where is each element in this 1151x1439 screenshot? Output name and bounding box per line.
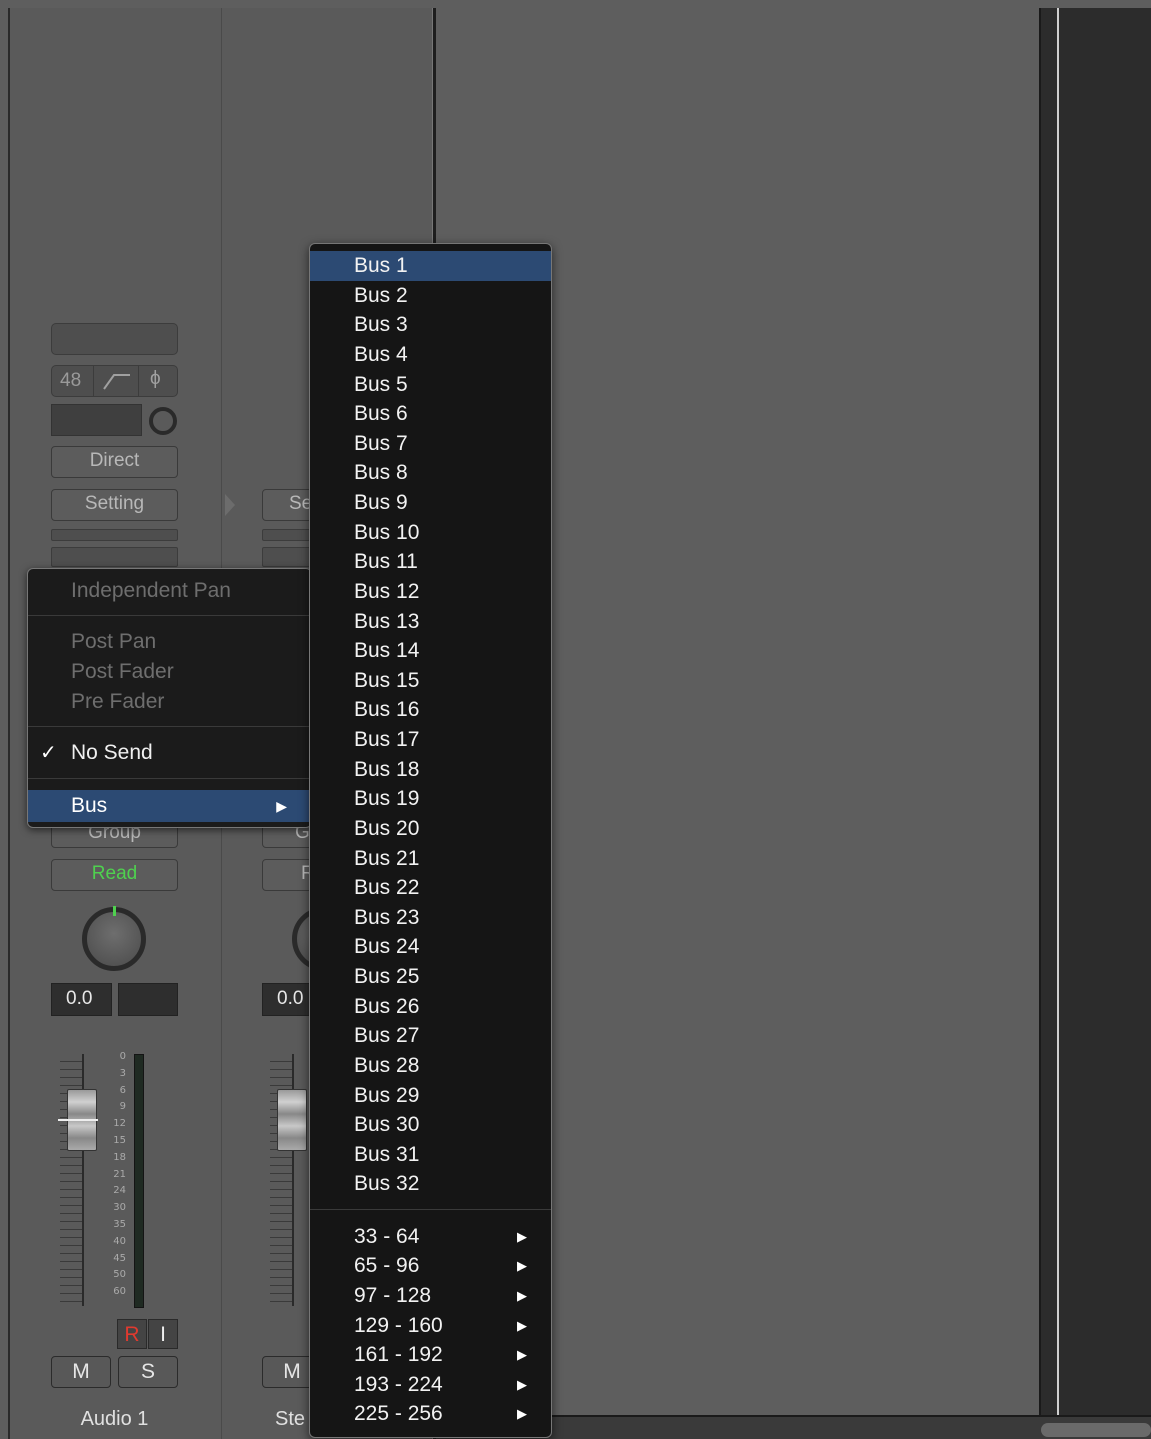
bus-submenu: Bus 1 Bus 2 Bus 3 Bus 4 Bus 5 Bus 6 Bus … [309, 243, 552, 1438]
bus-range-label: 33 - 64 [354, 1225, 420, 1248]
bus-item[interactable]: Bus 30 [310, 1110, 551, 1140]
automation-read-button[interactable]: Read [51, 859, 178, 891]
submenu-arrow-icon: ▶ [517, 1288, 527, 1303]
submenu-arrow-icon: ▶ [517, 1347, 527, 1362]
bus-item[interactable]: Bus 16 [310, 695, 551, 725]
menu-item-bus-label: Bus [71, 794, 108, 817]
input-format-row: 48 ϕ [51, 365, 178, 397]
send-context-menu: Independent Pan Post Pan Post Fader Pre … [27, 568, 312, 828]
volume-value[interactable]: 0.0 [51, 983, 112, 1016]
bus-item[interactable]: Bus 2 [310, 281, 551, 311]
submenu-arrow-icon: ▶ [276, 798, 287, 814]
bus-item[interactable]: Bus 11 [310, 547, 551, 577]
bus-range-label: 129 - 160 [354, 1314, 443, 1337]
bus-item[interactable]: Bus 22 [310, 873, 551, 903]
menu-item-post-pan: Post Pan [71, 630, 157, 653]
input-format-label: 48 [60, 370, 82, 391]
submenu-arrow-icon: ▶ [517, 1377, 527, 1392]
phase-invert-icon[interactable]: ϕ [150, 368, 161, 390]
input-monitor-icon[interactable] [149, 407, 177, 435]
submenu-arrow-icon: ▶ [517, 1406, 527, 1421]
solo-button[interactable]: S [118, 1356, 178, 1388]
bus-range-label: 161 - 192 [354, 1343, 443, 1366]
scrollbar-thumb[interactable] [1041, 1423, 1151, 1437]
eq-slot[interactable] [51, 323, 178, 355]
bus-item[interactable]: Bus 1 [310, 251, 551, 281]
bus-item[interactable]: Bus 26 [310, 992, 551, 1022]
bus-item[interactable]: Bus 19 [310, 784, 551, 814]
channel-name[interactable]: Audio 1 [51, 1408, 178, 1431]
sends-slot[interactable] [51, 547, 178, 567]
bus-item[interactable]: Bus 6 [310, 399, 551, 429]
bus-range-item[interactable]: 97 - 128 ▶ [310, 1281, 551, 1311]
record-enable-button[interactable]: R [117, 1319, 147, 1349]
submenu-arrow-icon: ▶ [517, 1258, 527, 1273]
bus-item[interactable]: Bus 29 [310, 1081, 551, 1111]
menu-item-post-fader: Post Fader [71, 660, 174, 683]
bus-item[interactable]: Bus 13 [310, 607, 551, 637]
bus-range-item[interactable]: 129 - 160 ▶ [310, 1311, 551, 1341]
bus-item[interactable]: Bus 5 [310, 370, 551, 400]
bus-item[interactable]: Bus 27 [310, 1021, 551, 1051]
submenu-arrow-icon: ▶ [517, 1229, 527, 1244]
level-meter [134, 1054, 144, 1308]
fader-cap-line [58, 1119, 98, 1121]
bus-range-label: 225 - 256 [354, 1402, 443, 1425]
menu-item-pre-fader: Pre Fader [71, 690, 165, 713]
bus-item[interactable]: Bus 32 [310, 1169, 551, 1199]
menu-item-no-send[interactable]: ✓ No Send [28, 738, 311, 768]
audio-fx-slot[interactable] [51, 529, 178, 541]
pan-indicator [113, 906, 116, 916]
bus-item[interactable]: Bus 23 [310, 903, 551, 933]
peak-value[interactable] [118, 983, 178, 1016]
bus-item[interactable]: Bus 14 [310, 636, 551, 666]
setting-button[interactable]: Setting [51, 489, 178, 521]
bus-item[interactable]: Bus 10 [310, 518, 551, 548]
bus-item[interactable]: Bus 24 [310, 932, 551, 962]
bus-item[interactable]: Bus 17 [310, 725, 551, 755]
bus-item[interactable]: Bus 9 [310, 488, 551, 518]
bus-item[interactable]: Bus 28 [310, 1051, 551, 1081]
low-cut-icon[interactable] [102, 371, 132, 391]
bus-range-item[interactable]: 225 - 256 ▶ [310, 1399, 551, 1429]
input-monitoring-button[interactable]: I [148, 1319, 178, 1349]
meter-scale: 0 3 6 9 12 15 18 21 24 30 35 40 45 50 60 [113, 1051, 126, 1298]
bus-range-item[interactable]: 33 - 64 ▶ [310, 1222, 551, 1252]
input-slot[interactable] [51, 404, 142, 436]
bus-range-item[interactable]: 161 - 192 ▶ [310, 1340, 551, 1370]
bus-range-item[interactable]: 65 - 96 ▶ [310, 1251, 551, 1281]
bus-range-item[interactable]: 193 - 224 ▶ [310, 1370, 551, 1400]
bus-item[interactable]: Bus 18 [310, 755, 551, 785]
bus-range-label: 97 - 128 [354, 1284, 432, 1307]
submenu-arrow-icon: ▶ [517, 1318, 527, 1333]
bus-item[interactable]: Bus 3 [310, 310, 551, 340]
direct-button[interactable]: Direct [51, 446, 178, 478]
mute-button[interactable]: M [51, 1356, 111, 1388]
menu-item-independent-pan: Independent Pan [71, 579, 231, 602]
bus-range-label: 193 - 224 [354, 1373, 443, 1396]
bus-item[interactable]: Bus 7 [310, 429, 551, 459]
checkmark-icon: ✓ [40, 742, 57, 764]
bus-item[interactable]: Bus 12 [310, 577, 551, 607]
pan-knob[interactable] [82, 907, 146, 971]
bus-item[interactable]: Bus 31 [310, 1140, 551, 1170]
bus-item[interactable]: Bus 4 [310, 340, 551, 370]
bus-item[interactable]: Bus 20 [310, 814, 551, 844]
chevron-right-icon [225, 494, 235, 516]
channel-name-2[interactable]: Ste [275, 1408, 305, 1431]
volume-fader-cap-2[interactable] [277, 1089, 307, 1151]
right-panel [1039, 8, 1151, 1439]
menu-item-no-send-label: No Send [71, 741, 153, 764]
menu-item-bus[interactable]: Bus ▶ [28, 790, 311, 822]
bus-item[interactable]: Bus 21 [310, 844, 551, 874]
bus-item[interactable]: Bus 15 [310, 666, 551, 696]
bus-range-label: 65 - 96 [354, 1254, 420, 1277]
bus-item[interactable]: Bus 25 [310, 962, 551, 992]
bus-item[interactable]: Bus 8 [310, 458, 551, 488]
